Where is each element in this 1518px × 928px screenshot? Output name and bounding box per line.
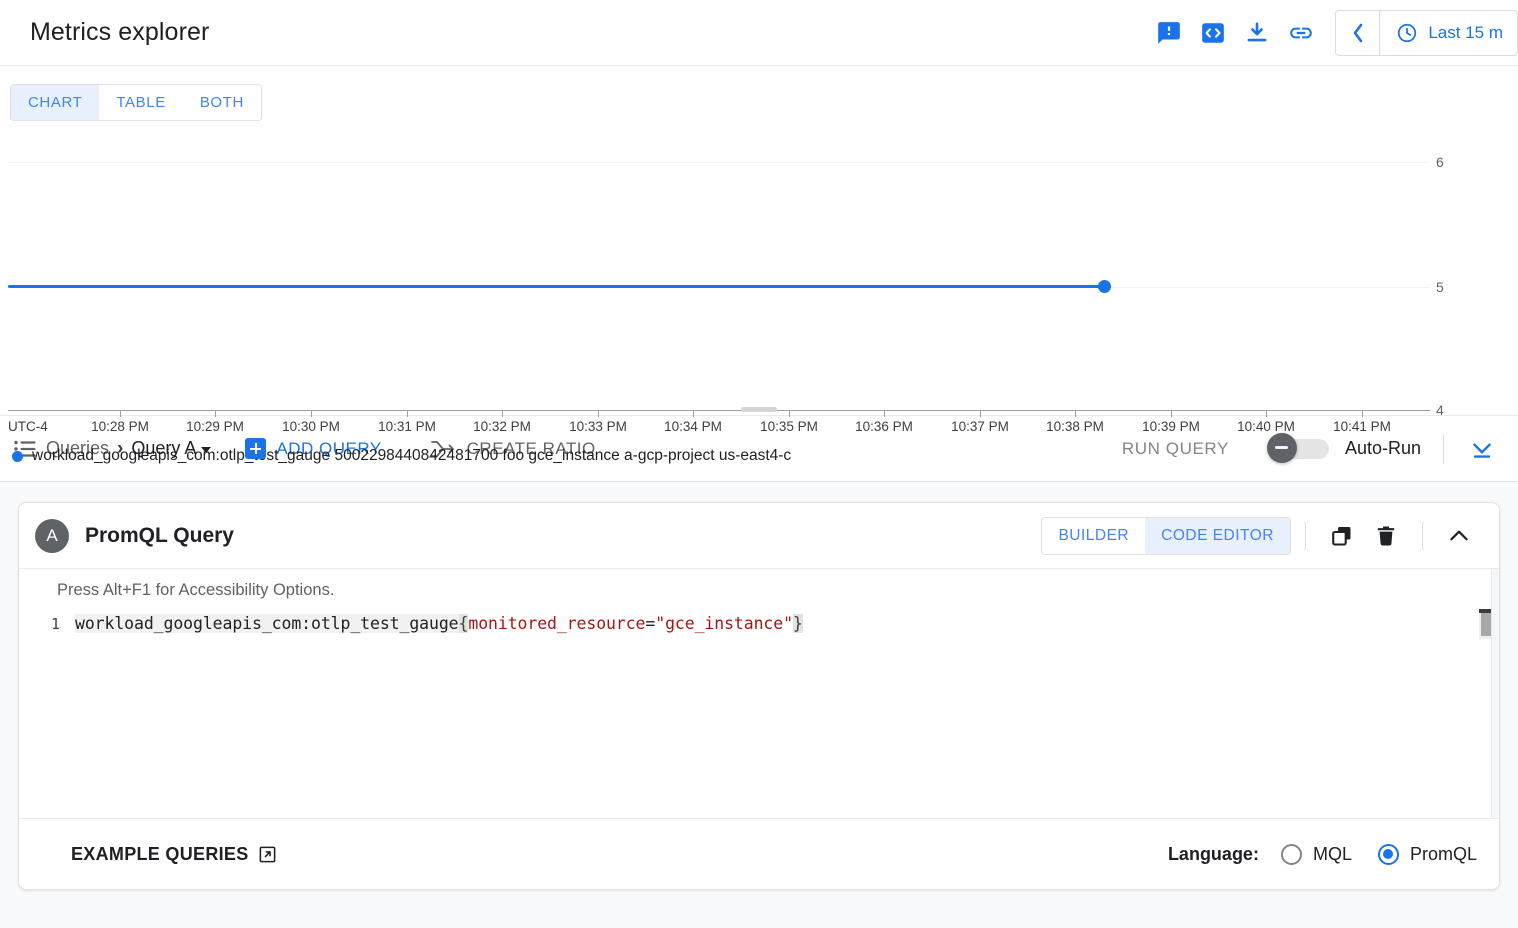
page-title: Metrics explorer	[30, 18, 209, 47]
card-actions-divider-2	[1422, 522, 1423, 550]
query-card-footer: EXAMPLE QUERIES Language: MQL PromQL	[19, 819, 1499, 889]
x-tick-label-8: 10:36 PM	[855, 419, 913, 434]
x-tick-label-12: 10:40 PM	[1237, 419, 1295, 434]
x-tick-label-1: 10:29 PM	[186, 419, 244, 434]
language-option-mql[interactable]: MQL	[1281, 844, 1352, 865]
x-tick-label-7: 10:35 PM	[760, 419, 818, 434]
x-tick-label-3: 10:31 PM	[378, 419, 436, 434]
code-icon-glyph	[1200, 20, 1226, 46]
view-mode-tabs[interactable]: CHART TABLE BOTH	[10, 84, 262, 121]
chevron-up-icon	[1446, 523, 1472, 549]
feedback-icon[interactable]	[1147, 11, 1191, 55]
token-open-brace: {	[459, 614, 469, 633]
series-line-otlp-test-gauge	[8, 285, 1106, 288]
duplicate-icon-glyph	[1330, 524, 1354, 548]
link-icon-glyph	[1288, 20, 1314, 46]
gridline-6	[8, 162, 1430, 163]
x-tick-label-timezone: UTC-4	[8, 419, 48, 434]
time-range-group[interactable]: Last 15 m	[1335, 10, 1518, 56]
legend-color-swatch	[12, 451, 23, 462]
chevron-left-icon	[1351, 22, 1365, 44]
y-tick-label-5: 5	[1436, 279, 1466, 295]
x-tick-label-13: 10:41 PM	[1333, 419, 1391, 434]
y-tick-label-6: 6	[1436, 154, 1466, 170]
query-card-area: A PromQL Query BUILDER CODE EDITOR	[0, 482, 1518, 882]
language-option-promql[interactable]: PromQL	[1378, 844, 1477, 865]
promql-query-card: A PromQL Query BUILDER CODE EDITOR	[18, 502, 1500, 890]
feedback-icon-glyph	[1156, 20, 1182, 46]
x-tick-label-5: 10:33 PM	[569, 419, 627, 434]
drag-handle-grip	[741, 407, 777, 412]
run-query-button[interactable]: RUN QUERY	[1122, 439, 1267, 459]
language-selector: Language: MQL PromQL	[1168, 844, 1477, 865]
token-equals: =	[645, 614, 655, 633]
time-range-back-button[interactable]	[1336, 11, 1380, 55]
code-icon[interactable]	[1191, 11, 1235, 55]
link-icon[interactable]	[1279, 11, 1323, 55]
query-avatar: A	[35, 519, 69, 553]
collapse-icon[interactable]	[1437, 514, 1481, 558]
query-mode-toggle[interactable]: BUILDER CODE EDITOR	[1041, 517, 1291, 555]
example-queries-label: EXAMPLE QUERIES	[71, 844, 249, 865]
x-tick-label-0: 10:28 PM	[91, 419, 149, 434]
download-icon-glyph	[1244, 20, 1270, 46]
tab-both[interactable]: BOTH	[183, 85, 261, 120]
delete-icon[interactable]	[1364, 514, 1408, 558]
time-range-label: Last 15 m	[1428, 23, 1503, 43]
line-number: 1	[19, 615, 75, 633]
radio-promql-icon	[1378, 844, 1399, 865]
x-tick-label-9: 10:37 PM	[951, 419, 1009, 434]
language-label: Language:	[1168, 844, 1259, 865]
plus-icon	[245, 438, 266, 459]
trash-icon-glyph	[1374, 524, 1398, 548]
token-close-brace: }	[793, 614, 803, 633]
card-actions-divider-1	[1305, 522, 1306, 550]
download-icon[interactable]	[1235, 11, 1279, 55]
editor-minimap-band	[1491, 569, 1499, 818]
chart-legend[interactable]: workload_googleapis_com:otlp_test_gauge …	[12, 447, 791, 465]
token-string-value: "gce_instance"	[655, 614, 793, 633]
radio-mql-icon	[1281, 844, 1302, 865]
promql-code-editor[interactable]: Press Alt+F1 for Accessibility Options. …	[19, 569, 1499, 819]
chart-panel: CHART TABLE BOTH 6 5 4 UTC-4 10:28 PM 10…	[0, 66, 1518, 416]
panel-resize-handle[interactable]	[0, 403, 1518, 415]
x-tick-label-4: 10:32 PM	[473, 419, 531, 434]
language-option-mql-label: MQL	[1313, 844, 1352, 865]
app-header: Metrics explorer	[0, 0, 1518, 66]
external-link-icon	[258, 845, 277, 864]
token-metric-name: workload_googleapis_com:otlp_test_gauge	[75, 614, 459, 633]
tab-table[interactable]: TABLE	[99, 85, 182, 120]
x-tick-label-6: 10:34 PM	[664, 419, 722, 434]
auto-run-label: Auto-Run	[1345, 438, 1421, 459]
duplicate-icon[interactable]	[1320, 514, 1364, 558]
x-tick-label-2: 10:30 PM	[282, 419, 340, 434]
tab-chart[interactable]: CHART	[11, 85, 99, 120]
example-queries-link[interactable]: EXAMPLE QUERIES	[71, 844, 277, 865]
accessibility-hint: Press Alt+F1 for Accessibility Options.	[57, 581, 334, 600]
time-range-button[interactable]: Last 15 m	[1380, 11, 1517, 55]
query-card-actions: BUILDER CODE EDITOR	[1041, 514, 1481, 558]
x-tick-label-10: 10:38 PM	[1046, 419, 1104, 434]
x-tick-label-11: 10:39 PM	[1142, 419, 1200, 434]
language-option-promql-label: PromQL	[1410, 844, 1477, 865]
code-content[interactable]: workload_googleapis_com:otlp_test_gauge{…	[75, 611, 803, 637]
query-card-header: A PromQL Query BUILDER CODE EDITOR	[19, 503, 1499, 569]
header-actions: Last 15 m	[1147, 0, 1518, 65]
query-card-title: PromQL Query	[85, 524, 234, 548]
mode-builder-button[interactable]: BUILDER	[1042, 518, 1145, 554]
token-label-name: monitored_resource	[468, 614, 645, 633]
clock-icon	[1396, 22, 1418, 44]
series-last-point[interactable]	[1098, 280, 1111, 293]
auto-run-toggle-knob	[1267, 433, 1297, 463]
mode-code-editor-button[interactable]: CODE EDITOR	[1145, 518, 1290, 554]
legend-series-label: workload_googleapis_com:otlp_test_gauge …	[32, 447, 791, 465]
code-line-row[interactable]: 1 workload_googleapis_com:otlp_test_gaug…	[19, 611, 1499, 637]
auto-run-toggle[interactable]	[1267, 438, 1329, 460]
